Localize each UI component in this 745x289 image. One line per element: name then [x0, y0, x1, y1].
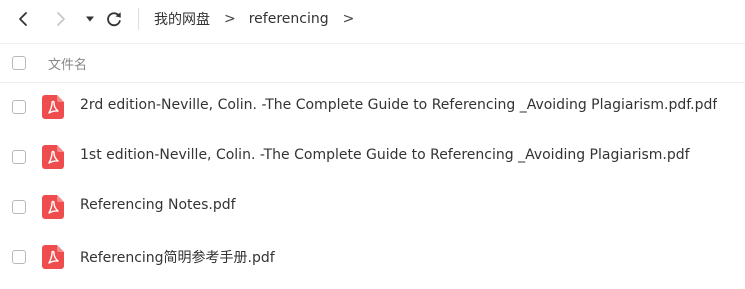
- toolbar: 我的网盘 > referencing >: [0, 0, 745, 40]
- caret-down-icon: [86, 16, 94, 22]
- file-row[interactable]: 2rd edition-Neville, Colin. -The Complet…: [0, 82, 745, 132]
- file-list-header: 文件名: [0, 43, 745, 83]
- toolbar-divider: [138, 8, 139, 30]
- file-checkbox[interactable]: [12, 100, 26, 114]
- select-all-checkbox[interactable]: [12, 56, 26, 70]
- file-row[interactable]: Referencing简明参考手册.pdf: [0, 232, 745, 282]
- file-row[interactable]: 1st edition-Neville, Colin. -The Complet…: [0, 132, 745, 182]
- pdf-file-icon: [42, 95, 64, 119]
- chevron-left-icon: [19, 12, 27, 26]
- file-name[interactable]: Referencing简明参考手册.pdf: [80, 247, 275, 267]
- back-button[interactable]: [12, 8, 34, 30]
- file-name[interactable]: Referencing Notes.pdf: [80, 197, 236, 213]
- breadcrumb-item-referencing[interactable]: referencing: [249, 11, 329, 27]
- file-checkbox[interactable]: [12, 150, 26, 164]
- column-header-filename[interactable]: 文件名: [48, 54, 87, 73]
- pdf-file-icon: [42, 195, 64, 219]
- refresh-icon: [107, 12, 121, 27]
- forward-button[interactable]: [50, 8, 72, 30]
- file-row[interactable]: Referencing Notes.pdf: [0, 182, 745, 232]
- breadcrumb-separator[interactable]: >: [343, 11, 355, 27]
- breadcrumb: 我的网盘 > referencing >: [154, 9, 367, 29]
- refresh-button[interactable]: [103, 8, 125, 30]
- pdf-file-icon: [42, 245, 64, 269]
- file-checkbox[interactable]: [12, 250, 26, 264]
- breadcrumb-item-root[interactable]: 我的网盘: [154, 9, 210, 29]
- file-checkbox[interactable]: [12, 200, 26, 214]
- history-dropdown-button[interactable]: [79, 8, 101, 30]
- breadcrumb-separator: >: [224, 11, 236, 27]
- pdf-file-icon: [42, 145, 64, 169]
- file-name[interactable]: 1st edition-Neville, Colin. -The Complet…: [80, 147, 690, 163]
- chevron-right-icon: [57, 12, 65, 26]
- file-name[interactable]: 2rd edition-Neville, Colin. -The Complet…: [80, 97, 717, 113]
